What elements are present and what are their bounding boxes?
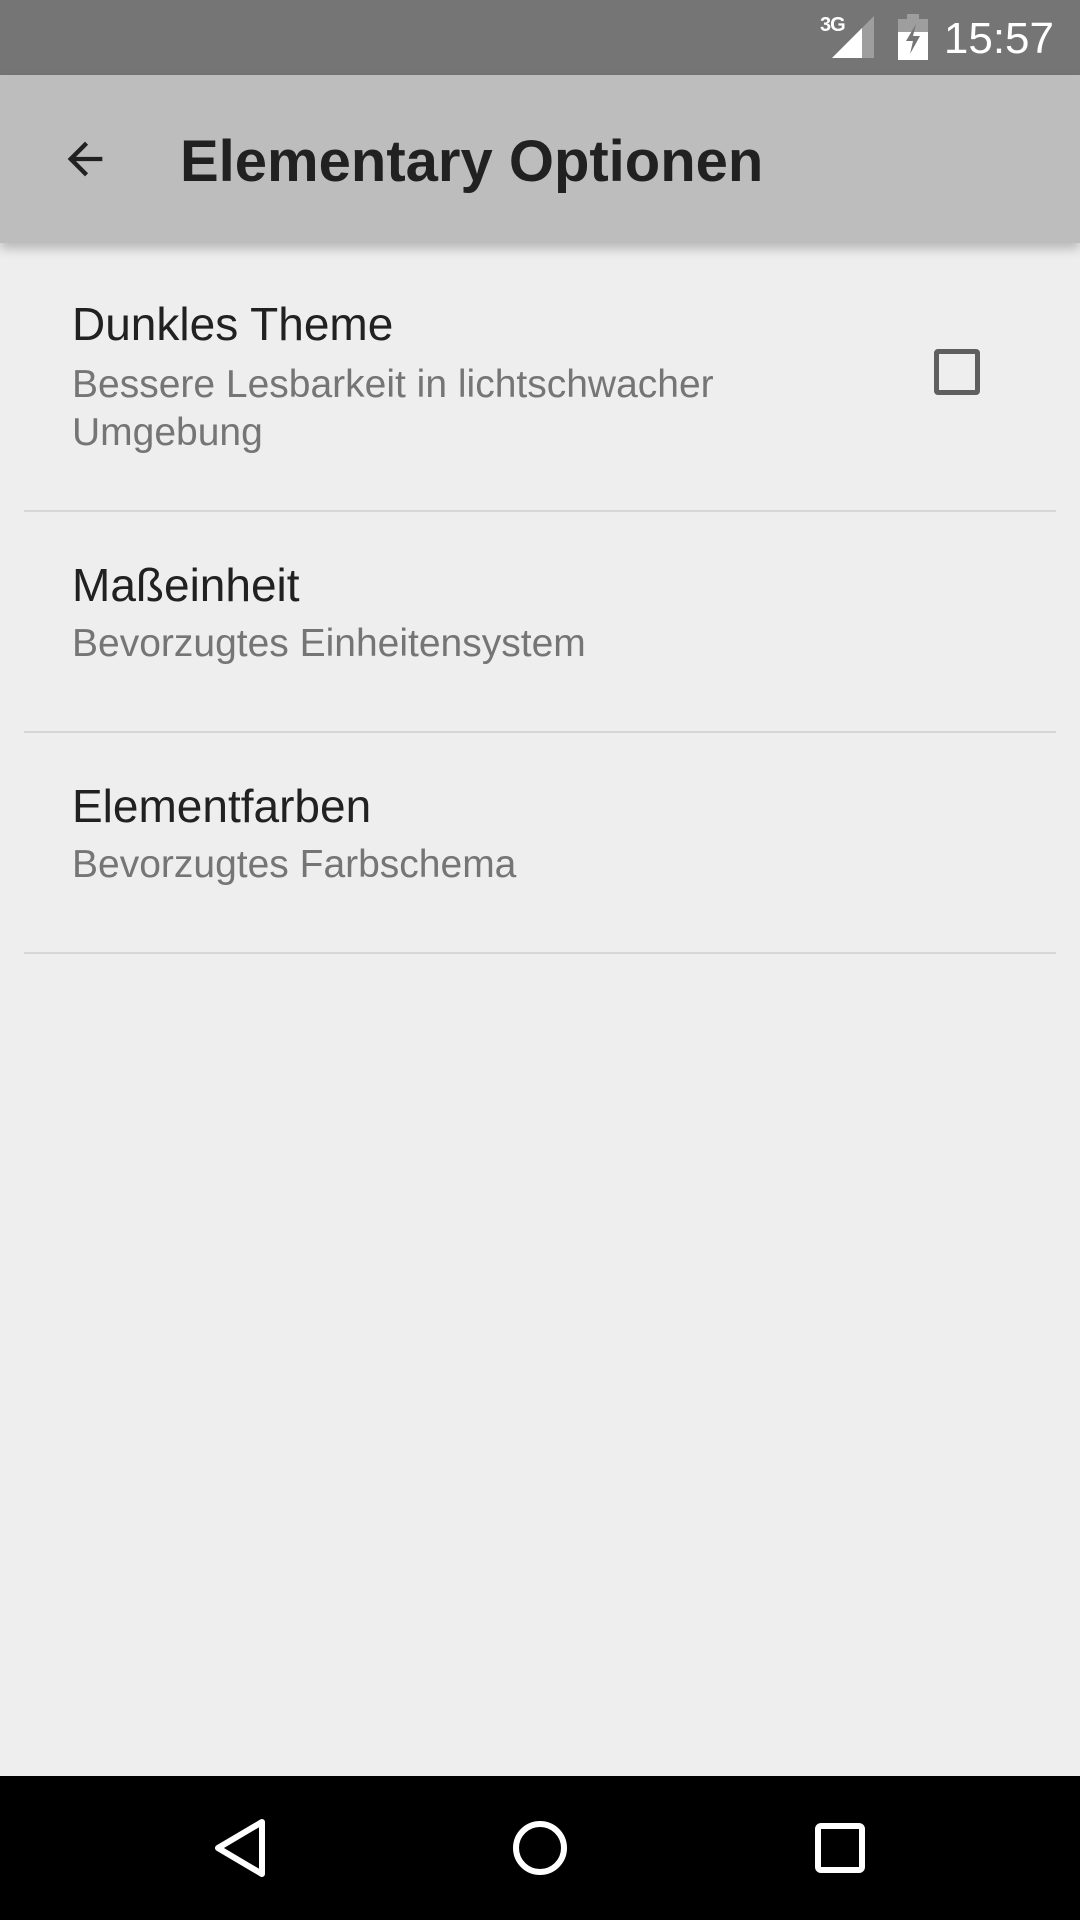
signal-icon	[832, 16, 874, 58]
preference-list: Dunkles Theme Bessere Lesbarkeit in lich…	[0, 243, 1080, 954]
status-clock: 15:57	[943, 14, 1054, 63]
back-triangle-icon	[215, 1819, 265, 1877]
unit-preference[interactable]: Maßeinheit Bevorzugtes Einheitensystem	[24, 512, 1056, 733]
navigation-bar	[0, 1776, 1080, 1920]
page-title: Elementary Optionen	[180, 129, 764, 194]
nav-recents-button[interactable]	[800, 1808, 880, 1888]
preference-title: Elementfarben	[72, 780, 372, 832]
app-bar: Elementary Optionen	[0, 75, 1080, 243]
home-circle-icon	[513, 1821, 567, 1875]
preference-summary: Bevorzugtes Einheitensystem	[72, 622, 586, 665]
status-bar: 3G 15:57	[0, 0, 1080, 75]
nav-home-button[interactable]	[500, 1808, 580, 1888]
dark-theme-preference[interactable]: Dunkles Theme Bessere Lesbarkeit in lich…	[24, 243, 1056, 512]
nav-back-button[interactable]	[200, 1808, 280, 1888]
arrow-back-icon	[67, 141, 103, 177]
preference-summary: Bevorzugtes Farbschema	[72, 843, 517, 886]
dark-theme-checkbox[interactable]	[934, 349, 980, 395]
preference-title: Dunkles Theme	[72, 298, 394, 350]
back-button[interactable]	[40, 119, 130, 199]
element-colors-preference[interactable]: Elementfarben Bevorzugtes Farbschema	[24, 733, 1056, 954]
recents-square-icon	[815, 1823, 865, 1873]
preference-title: Maßeinheit	[72, 559, 300, 611]
preference-summary: Bessere Lesbarkeit in lichtschwacher Umg…	[72, 363, 714, 454]
battery-charging-icon	[898, 14, 928, 60]
